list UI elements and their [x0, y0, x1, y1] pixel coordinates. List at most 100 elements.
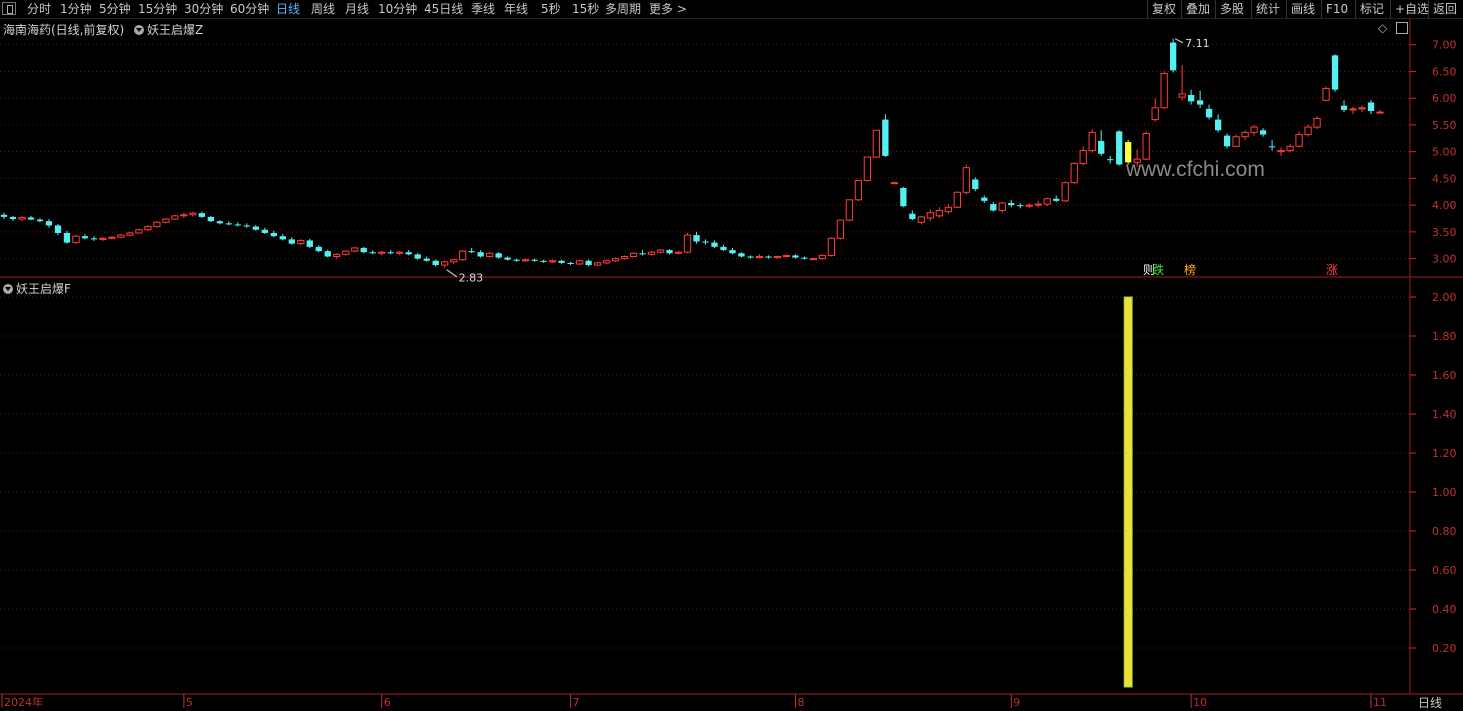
sub-ytick-label: 0.20: [1432, 642, 1457, 655]
time-tick-label: 9: [1013, 696, 1020, 708]
candle-body: [90, 238, 98, 240]
candle-body: [387, 252, 394, 254]
time-tick-label: 8: [797, 696, 804, 708]
candle-body: [890, 182, 899, 185]
candle-body: [1098, 140, 1105, 154]
main-ytick-label: 3.00: [1432, 253, 1457, 266]
candle-body: [1322, 88, 1330, 101]
candle-body: [63, 232, 71, 243]
candle-body: [629, 252, 638, 257]
candle-body: [144, 226, 152, 231]
sub-ytick-label: 0.60: [1432, 564, 1457, 577]
candle-body: [962, 167, 970, 193]
candle-body: [495, 253, 502, 258]
candle-body: [1142, 132, 1150, 160]
high-price-label: 7.11: [1185, 37, 1210, 50]
candle-body: [773, 255, 782, 259]
candle-body: [981, 197, 988, 201]
signal-marker: 涨: [1326, 262, 1338, 277]
candle-body: [405, 252, 412, 255]
sub-ytick-label: 1.60: [1432, 369, 1457, 382]
candle-body: [540, 260, 547, 262]
candle-body: [683, 234, 692, 253]
candle-body: [1008, 203, 1015, 206]
candle-body: [315, 246, 322, 252]
candle-body: [99, 237, 107, 240]
candle-body: [81, 236, 89, 239]
candle-body: [396, 251, 404, 254]
candle-body: [854, 180, 863, 201]
sub-ytick-label: 0.80: [1432, 525, 1457, 538]
candle-body: [270, 232, 277, 237]
candle-body: [108, 236, 116, 239]
candle-body: [1205, 108, 1213, 118]
candle-body: [45, 221, 53, 226]
time-tick-label: 11: [1373, 696, 1387, 708]
candle-body: [468, 251, 475, 253]
low-pointer: [446, 269, 457, 278]
signal-marker: 跌: [1152, 262, 1164, 277]
candle-body: [378, 251, 386, 254]
candle-body: [755, 255, 764, 259]
candle-body: [693, 235, 700, 242]
candle-body: [782, 254, 791, 257]
candle-body: [279, 236, 286, 240]
candle-body: [504, 257, 511, 260]
candle-body: [72, 235, 80, 244]
candle-body: [809, 258, 818, 261]
time-tick-label: 6: [384, 696, 391, 708]
sub-ytick-label: 0.40: [1432, 603, 1457, 616]
candle-body: [207, 216, 214, 222]
candle-body: [720, 246, 727, 251]
candle-body: [126, 232, 134, 236]
candle-body: [1043, 198, 1051, 205]
candle-body: [575, 260, 584, 265]
candle-body: [1223, 135, 1231, 147]
candle-body: [1116, 131, 1123, 165]
candle-body: [414, 254, 421, 259]
candle-body: [1349, 108, 1357, 111]
candle-body: [1053, 198, 1060, 201]
candle-body: [1286, 145, 1294, 152]
candle-body: [54, 225, 62, 233]
candle-body: [1340, 105, 1348, 110]
candle-body: [225, 223, 232, 225]
candle-body: [1331, 55, 1339, 90]
sub-ytick-label: 1.40: [1432, 408, 1457, 421]
candle-body: [198, 213, 206, 217]
main-ytick-label: 5.00: [1432, 146, 1457, 159]
candle-body: [990, 204, 997, 211]
candle-body: [360, 247, 367, 253]
candle-body: [0, 214, 8, 217]
bottom-period-tab[interactable]: 日线: [1418, 694, 1442, 711]
candle-body: [792, 255, 799, 258]
candle-body: [1025, 204, 1033, 207]
candle-body: [863, 156, 872, 182]
time-tick-label: 7: [573, 696, 580, 708]
candle-body: [1088, 131, 1096, 152]
candle-body: [1250, 126, 1258, 133]
candle-body: [513, 259, 520, 261]
time-tick-label: 10: [1193, 696, 1207, 708]
time-tick-label: 5: [186, 696, 193, 708]
candle-body: [567, 262, 574, 264]
candle-body: [216, 221, 223, 224]
candle-body: [765, 256, 772, 258]
candle-body: [909, 213, 916, 220]
candle-body: [423, 258, 430, 261]
candle-body: [135, 229, 143, 234]
candle-body: [836, 219, 845, 239]
candle-body: [531, 259, 538, 261]
candle-body: [1268, 146, 1276, 148]
candle-body: [333, 253, 341, 257]
candle-body: [1214, 119, 1222, 131]
high-pointer: [1174, 38, 1184, 44]
candle-body: [998, 202, 1006, 211]
signal-bar: [1123, 296, 1133, 688]
candle-body: [1178, 93, 1186, 98]
candle-body: [747, 256, 754, 258]
candle-body: [1376, 111, 1384, 114]
candle-body: [1277, 150, 1285, 153]
chart-canvas[interactable]: 3.00 3.50 4.00 4.50 5.00 5.50 6.00 6.50 7.00 7.11…: [0, 0, 1463, 708]
candle-body: [477, 252, 484, 257]
